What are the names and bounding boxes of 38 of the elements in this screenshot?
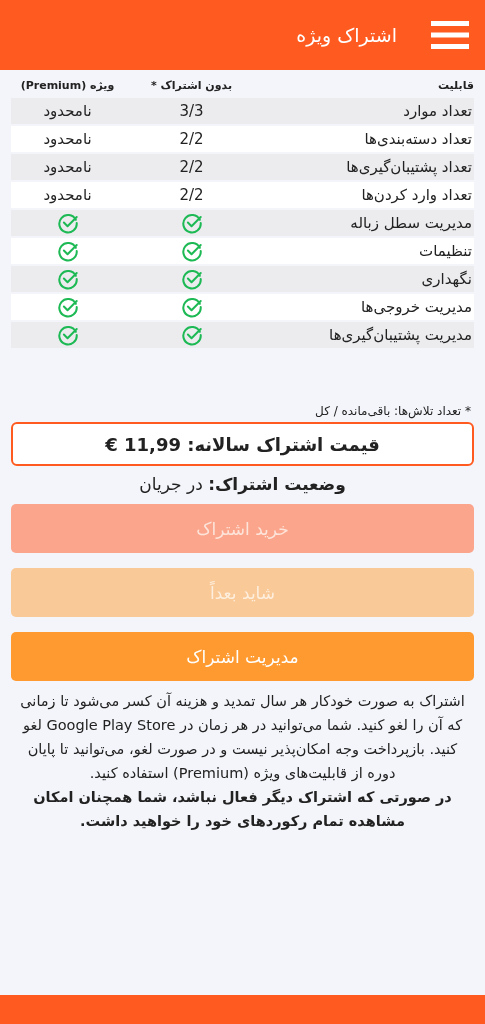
table-cell: نامحدود xyxy=(43,130,92,148)
check-circle-icon xyxy=(56,240,79,262)
feature-cell-text: مدیریت پشتیبان‌گیری‌ها xyxy=(329,326,473,344)
feature-cell-text: نگهداری xyxy=(421,270,473,288)
feature-cell-text: مدیریت خروجی‌ها xyxy=(360,298,473,316)
table-cell: 2/2 xyxy=(179,130,204,148)
table-cell: 2/2 xyxy=(179,158,204,176)
check-circle-icon xyxy=(180,212,203,234)
column-header: ویژه (Premium) xyxy=(20,78,115,92)
column-header: قابلیت xyxy=(437,78,474,92)
feature-cell-text: مدیریت سطل زباله xyxy=(350,214,473,232)
check-circle-icon xyxy=(180,324,203,346)
subscription-status: وضعیت اشتراک: در جریان xyxy=(138,474,347,494)
menu-icon[interactable] xyxy=(431,21,469,49)
note-paragraph: در صورتی که اشتراک دیگر فعال نباشد، شما همچنان امکان مشاهده تمام رکوردهای خود را خواهید داشت. xyxy=(32,788,453,832)
check-circle-icon xyxy=(180,240,203,262)
table-cell: 3/3 xyxy=(179,102,204,120)
price-box: قیمت اشتراک سالانه: 11,99 € xyxy=(11,422,474,466)
table-cell: نامحدود xyxy=(43,158,92,176)
feature-cell-text: تنظیمات xyxy=(419,242,473,260)
table-cell: نامحدود xyxy=(43,102,92,120)
footnote: * تعداد تلاش‌ها: باقی‌مانده / کل xyxy=(314,404,471,418)
check-circle-icon xyxy=(56,296,79,318)
table-cell: 2/2 xyxy=(179,186,204,204)
column-header: بدون اشتراک * xyxy=(150,78,233,92)
table-cell: نامحدود xyxy=(43,186,92,204)
feature-cell-text: تعداد دسته‌بندی‌ها xyxy=(364,130,473,148)
check-circle-icon xyxy=(180,296,203,318)
check-circle-icon xyxy=(56,324,79,346)
feature-cell-text: تعداد پشتیبان‌گیری‌ها xyxy=(346,158,473,176)
subscription-button[interactable]: مدیریت اشتراک xyxy=(11,632,474,681)
check-circle-icon xyxy=(180,268,203,290)
description-paragraph: اشتراک به صورت خودکار هر سال تمدید و هزینه آن کسر می‌شود تا زمانی که آن را لغو کنید. شما می‌توانید در هر زمان در Google Play Store لغو کنید. بازپرداخت وجه امکان‌پذیر نیست و در صورت لغو، می‌توانید تا پایان دوره از قابلیت‌های ویژه (Premium) استفاده کنید. xyxy=(19,691,466,784)
feature-cell-text: تعداد وارد کردن‌ها xyxy=(361,186,473,204)
check-circle-icon xyxy=(56,212,79,234)
app-bar-title: اشتراک ویژه xyxy=(296,24,397,46)
check-circle-icon xyxy=(56,268,79,290)
feature-cell-text: تعداد موارد xyxy=(403,102,473,120)
